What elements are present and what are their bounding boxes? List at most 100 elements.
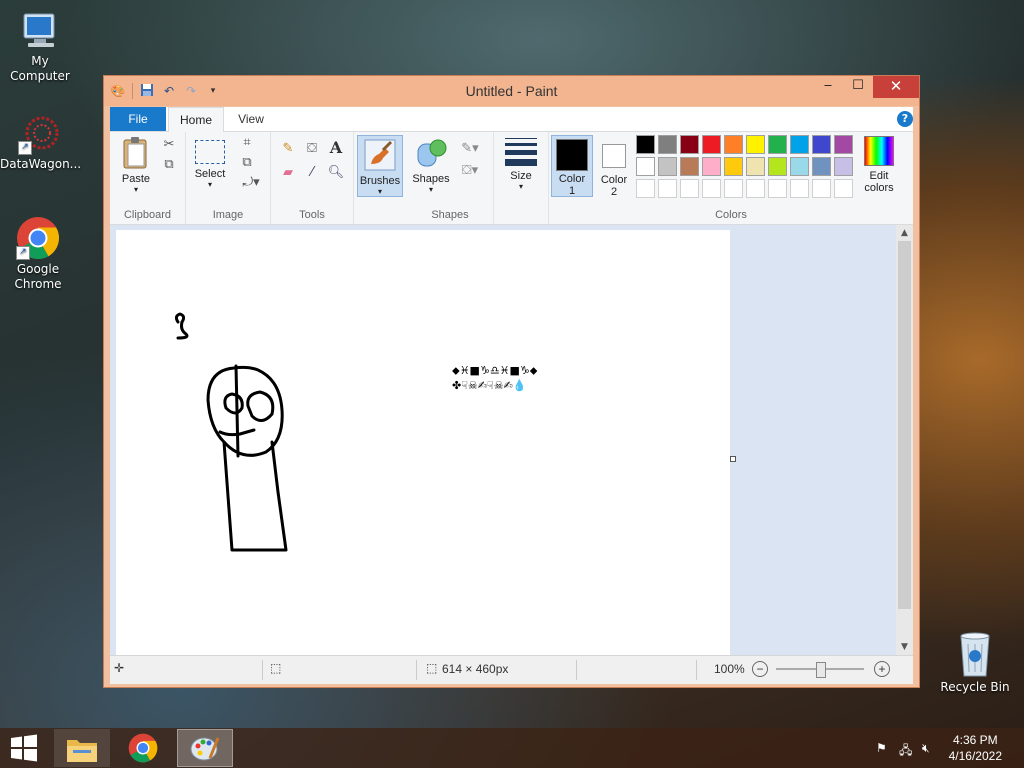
select-button[interactable]: Select ▾ bbox=[192, 140, 228, 189]
minimize-button[interactable]: ‒ bbox=[813, 76, 843, 98]
color1-number: 1 bbox=[568, 185, 576, 197]
palette-color-swatch[interactable] bbox=[702, 157, 721, 176]
copy-icon[interactable]: ⧉ bbox=[160, 156, 178, 174]
color1-swatch bbox=[556, 139, 588, 171]
vertical-scrollbar[interactable]: ▲ ▼ bbox=[896, 225, 913, 655]
palette-color-swatch[interactable] bbox=[680, 179, 699, 198]
brush-icon bbox=[364, 139, 396, 171]
desktop-icon-my-computer[interactable]: My Computer bbox=[0, 10, 80, 84]
palette-color-swatch[interactable] bbox=[636, 157, 655, 176]
brushes-button[interactable]: Brushes ▾ bbox=[357, 135, 403, 197]
group-label: Colors bbox=[715, 209, 747, 221]
palette-color-swatch[interactable] bbox=[746, 179, 765, 198]
zoom-in-icon[interactable]: + bbox=[874, 661, 890, 677]
action-center-icon[interactable]: ⚑ bbox=[876, 741, 887, 755]
edit-colors-button[interactable]: Edit colors bbox=[858, 136, 900, 194]
color2-label: Color bbox=[600, 174, 628, 186]
rotate-icon[interactable]: ⤾▾ bbox=[238, 174, 264, 192]
size-button[interactable]: Size ▾ bbox=[500, 138, 542, 191]
palette-color-swatch[interactable] bbox=[790, 157, 809, 176]
palette-color-swatch[interactable] bbox=[636, 135, 655, 154]
palette-color-swatch[interactable] bbox=[680, 157, 699, 176]
group-label: Image bbox=[212, 209, 244, 221]
scrollbar-thumb[interactable] bbox=[898, 241, 911, 609]
zoom-percentage: 100% bbox=[714, 662, 745, 676]
palette-color-swatch[interactable] bbox=[834, 135, 853, 154]
palette-color-swatch[interactable] bbox=[658, 179, 677, 198]
scroll-down-icon[interactable]: ▼ bbox=[896, 639, 913, 655]
pencil-icon[interactable]: ✎ bbox=[279, 140, 297, 158]
palette-color-swatch[interactable] bbox=[768, 135, 787, 154]
zoom-slider[interactable] bbox=[776, 662, 864, 678]
taskbar-chrome[interactable] bbox=[116, 729, 172, 767]
color-picker-icon[interactable]: ⁄ bbox=[303, 164, 321, 182]
taskbar: ⚑ 🖧︎ 🔇︎ 4:36 PM 4/16/2022 bbox=[0, 728, 1024, 768]
clock[interactable]: 4:36 PM 4/16/2022 bbox=[949, 732, 1002, 764]
tab-home[interactable]: Home bbox=[168, 107, 224, 133]
clock-date: 4/16/2022 bbox=[948, 749, 1002, 763]
help-button[interactable]: ? bbox=[897, 111, 913, 127]
palette-color-swatch[interactable] bbox=[636, 179, 655, 198]
palette-color-swatch[interactable] bbox=[834, 179, 853, 198]
palette-color-swatch[interactable] bbox=[746, 135, 765, 154]
taskbar-file-explorer[interactable] bbox=[54, 729, 110, 767]
color2-button[interactable]: Color 2 bbox=[595, 136, 633, 198]
palette-color-swatch[interactable] bbox=[724, 179, 743, 198]
desktop-icon-label: DataWagon... bbox=[0, 157, 82, 171]
edit-colors-label-2: colors bbox=[864, 182, 894, 194]
shapes-button[interactable]: Shapes ▾ bbox=[411, 136, 451, 194]
eraser-icon[interactable]: ▰ bbox=[279, 164, 297, 182]
fill-icon[interactable]: ⛋ bbox=[303, 140, 321, 158]
title-bar[interactable]: 🎨 ↶ ↷ ▾ Untitled - Paint ‒ ☐ ✕ bbox=[104, 76, 919, 106]
volume-muted-icon[interactable]: 🔇︎ bbox=[922, 741, 930, 756]
taskbar-paint[interactable] bbox=[177, 729, 233, 767]
text-icon[interactable]: A bbox=[327, 139, 345, 157]
palette-color-swatch[interactable] bbox=[746, 157, 765, 176]
group-image: Select ▾ ⌗ ⧉ ⤾▾ Image bbox=[186, 132, 271, 224]
shapes-icon bbox=[417, 139, 447, 167]
chrome-icon: ↗ bbox=[16, 216, 60, 260]
resize-icon[interactable]: ⧉ bbox=[238, 154, 256, 172]
palette-color-swatch[interactable] bbox=[812, 179, 831, 198]
palette-color-swatch[interactable] bbox=[812, 135, 831, 154]
zoom-slider-thumb[interactable] bbox=[816, 662, 826, 678]
palette-color-swatch[interactable] bbox=[790, 135, 809, 154]
start-button[interactable] bbox=[0, 729, 48, 767]
fill-shape-icon[interactable]: ⛋▾ bbox=[457, 162, 483, 180]
canvas-resize-handle[interactable] bbox=[730, 456, 736, 462]
cut-icon[interactable]: ✂ bbox=[160, 136, 178, 154]
magnifier-icon[interactable]: 🔍︎ bbox=[327, 164, 345, 182]
palette-color-swatch[interactable] bbox=[834, 157, 853, 176]
paste-button[interactable]: Paste ▾ bbox=[116, 136, 156, 194]
desktop-icon-datawagon[interactable]: ↗ DataWagon... bbox=[0, 113, 82, 172]
tab-file[interactable]: File bbox=[110, 107, 166, 131]
line-size-icon bbox=[505, 138, 537, 166]
drawing-canvas[interactable]: ⬥♓■♑♎♓■♑⬥ ✤☟☠✍☟☠✍💧 bbox=[116, 230, 730, 655]
palette-color-swatch[interactable] bbox=[724, 135, 743, 154]
crop-icon[interactable]: ⌗ bbox=[238, 134, 256, 152]
tab-view[interactable]: View bbox=[226, 107, 276, 131]
palette-color-swatch[interactable] bbox=[658, 157, 677, 176]
scroll-up-icon[interactable]: ▲ bbox=[896, 225, 913, 241]
palette-color-swatch[interactable] bbox=[702, 179, 721, 198]
palette-color-swatch[interactable] bbox=[768, 157, 787, 176]
network-icon[interactable]: 🖧︎ bbox=[899, 741, 912, 762]
scribble-mark bbox=[174, 312, 189, 340]
palette-color-swatch[interactable] bbox=[658, 135, 677, 154]
palette-color-swatch[interactable] bbox=[790, 179, 809, 198]
zoom-out-icon[interactable]: − bbox=[752, 661, 768, 677]
wingding-text-line-1: ⬥♓■♑♎♓■♑⬥ bbox=[452, 364, 538, 377]
maximize-button[interactable]: ☐ bbox=[843, 76, 873, 98]
palette-color-swatch[interactable] bbox=[724, 157, 743, 176]
palette-color-swatch[interactable] bbox=[768, 179, 787, 198]
desktop-icon-recycle-bin[interactable]: Recycle Bin bbox=[935, 630, 1015, 695]
color1-button[interactable]: Color 1 bbox=[551, 135, 593, 197]
palette-color-swatch[interactable] bbox=[680, 135, 699, 154]
outline-icon[interactable]: ✎▾ bbox=[457, 140, 483, 158]
palette-color-swatch[interactable] bbox=[812, 157, 831, 176]
desktop-icon-chrome[interactable]: ↗ Google Chrome bbox=[0, 216, 78, 292]
palette-color-swatch[interactable] bbox=[702, 135, 721, 154]
body bbox=[222, 440, 288, 552]
close-button[interactable]: ✕ bbox=[873, 76, 919, 98]
paint-palette-icon bbox=[190, 737, 220, 761]
